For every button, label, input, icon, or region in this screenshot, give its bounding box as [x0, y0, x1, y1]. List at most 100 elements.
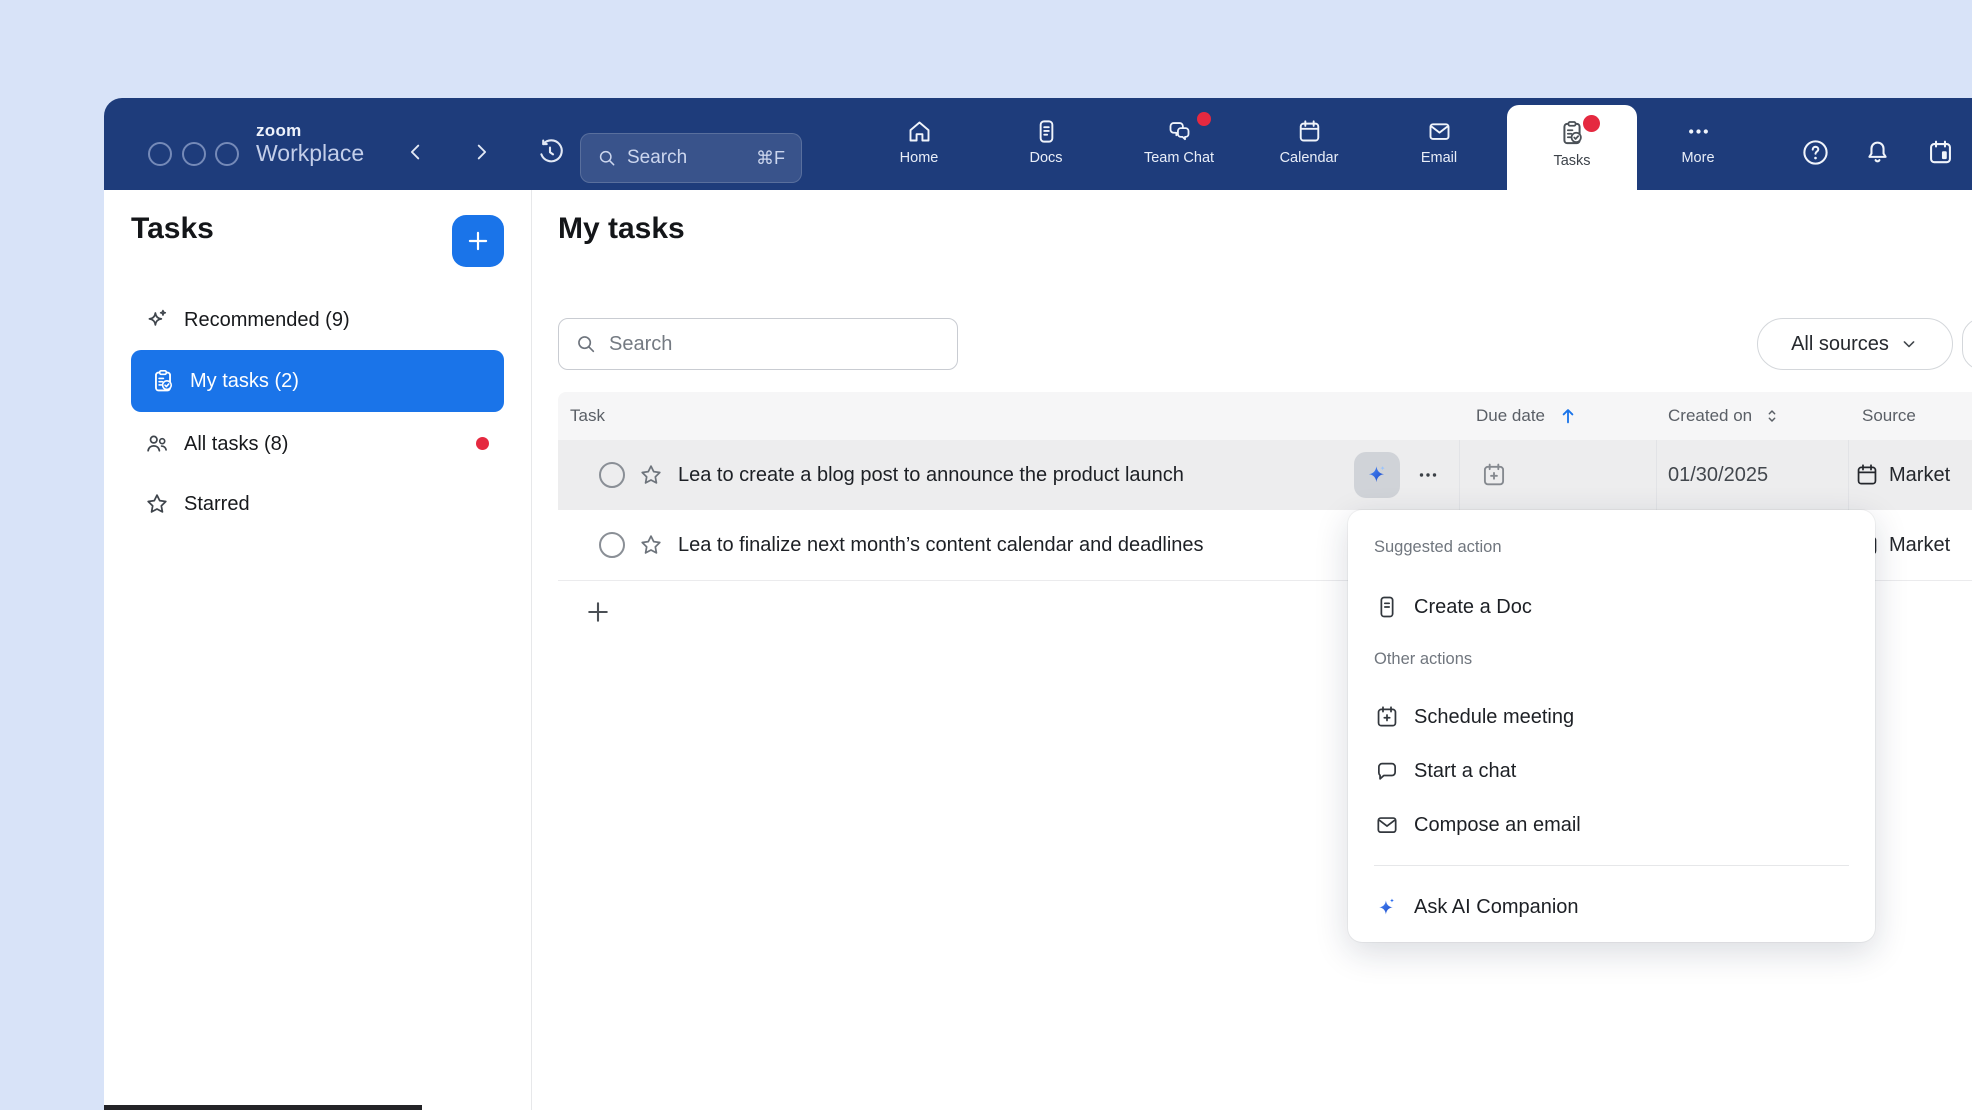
- notifications-button[interactable]: [1857, 132, 1897, 172]
- calendar-plus-icon: [1480, 461, 1508, 489]
- sparkles-icon: [144, 307, 170, 333]
- nav-team-chat[interactable]: Team Chat: [1124, 106, 1234, 184]
- page-title: My tasks: [558, 212, 685, 246]
- task-action-menu: Suggested action Create a Doc Other acti…: [1348, 510, 1875, 942]
- back-button[interactable]: [402, 138, 430, 166]
- sidebar-item-label: Starred: [184, 493, 250, 516]
- source-label: Market: [1889, 464, 1950, 487]
- sidebar-item-starred[interactable]: Starred: [120, 480, 516, 528]
- more-icon: [1685, 118, 1712, 145]
- help-icon: [1801, 138, 1830, 167]
- sort-ascending-icon[interactable]: [1557, 405, 1579, 427]
- cell-divider: [1656, 440, 1657, 510]
- email-icon: [1426, 118, 1453, 145]
- team-chat-icon: [1165, 118, 1194, 145]
- add-task-button[interactable]: [452, 215, 504, 267]
- task-search-field[interactable]: [558, 318, 958, 370]
- menu-item-label: Compose an email: [1414, 814, 1581, 837]
- brand-logo: zoom Workplace: [256, 122, 364, 165]
- top-navbar: zoom Workplace Search ⌘F Home: [104, 98, 1972, 190]
- nav-docs[interactable]: Docs: [991, 106, 1101, 184]
- nav-calendar[interactable]: Calendar: [1254, 106, 1364, 184]
- star-toggle[interactable]: [638, 532, 664, 563]
- column-created-on-label: Created on: [1668, 406, 1752, 426]
- search-shortcut: ⌘F: [756, 148, 785, 169]
- sidebar-item-all-tasks[interactable]: All tasks (8): [120, 420, 516, 468]
- ai-sparkle-icon: [1363, 461, 1391, 489]
- column-task[interactable]: Task: [570, 392, 605, 440]
- start-chat-icon: [1374, 758, 1400, 784]
- tasks-icon: [1558, 119, 1586, 147]
- menu-item-ask-ai-companion[interactable]: Ask AI Companion: [1358, 884, 1865, 930]
- zoom-workplace-app: zoom Workplace Search ⌘F Home: [0, 0, 1972, 1110]
- menu-section-other: Other actions: [1374, 650, 1472, 669]
- chevron-down-icon: [1899, 334, 1919, 354]
- brand-zoom: zoom: [256, 122, 364, 139]
- add-row-button[interactable]: [576, 590, 620, 634]
- star-toggle[interactable]: [638, 462, 664, 493]
- sidebar-item-label: All tasks (8): [184, 433, 288, 456]
- cell-divider: [1459, 440, 1460, 510]
- column-due-date-label: Due date: [1476, 406, 1545, 426]
- nav-more[interactable]: More: [1643, 106, 1753, 184]
- schedule-meeting-icon: [1374, 704, 1400, 730]
- column-created-on[interactable]: Created on: [1668, 392, 1782, 440]
- create-doc-icon: [1374, 594, 1400, 620]
- source-calendar-icon: [1854, 462, 1880, 488]
- nav-email-label: Email: [1421, 150, 1457, 166]
- global-search-placeholder: Search: [627, 147, 756, 169]
- nav-home[interactable]: Home: [864, 106, 974, 184]
- source-filter-dropdown[interactable]: All sources: [1757, 318, 1953, 370]
- menu-item-create-doc[interactable]: Create a Doc: [1358, 584, 1865, 630]
- more-actions-button[interactable]: [1410, 457, 1446, 493]
- column-due-date[interactable]: Due date: [1476, 392, 1579, 440]
- ellipsis-icon: [1416, 463, 1440, 487]
- window-control-close[interactable]: [148, 142, 172, 166]
- help-button[interactable]: [1795, 132, 1835, 172]
- menu-item-label: Start a chat: [1414, 760, 1516, 783]
- set-due-date-button[interactable]: [1480, 461, 1508, 494]
- menu-item-label: Ask AI Companion: [1414, 896, 1579, 919]
- window-control-minimize[interactable]: [182, 142, 206, 166]
- nav-email[interactable]: Email: [1384, 106, 1494, 184]
- menu-item-compose-email[interactable]: Compose an email: [1358, 802, 1865, 848]
- column-source[interactable]: Source: [1862, 392, 1916, 440]
- global-search[interactable]: Search ⌘F: [580, 133, 802, 183]
- sidebar-item-label: Recommended (9): [184, 309, 350, 332]
- task-title[interactable]: Lea to finalize next month’s content cal…: [678, 510, 1204, 580]
- menu-item-schedule-meeting[interactable]: Schedule meeting: [1358, 694, 1865, 740]
- compose-email-icon: [1374, 812, 1400, 838]
- forward-button[interactable]: [467, 138, 495, 166]
- menu-section-suggested: Suggested action: [1374, 538, 1502, 557]
- window-control-zoom[interactable]: [215, 142, 239, 166]
- ai-companion-button[interactable]: [1354, 452, 1400, 498]
- menu-item-label: Schedule meeting: [1414, 706, 1574, 729]
- search-icon: [597, 148, 617, 168]
- dock-edge: [104, 1105, 422, 1110]
- nav-home-label: Home: [900, 150, 939, 166]
- task-complete-checkbox[interactable]: [599, 462, 625, 488]
- sort-toggle-icon[interactable]: [1762, 406, 1782, 426]
- menu-item-start-chat[interactable]: Start a chat: [1358, 748, 1865, 794]
- sidebar-divider: [531, 190, 532, 1110]
- schedule-button[interactable]: [1920, 132, 1960, 172]
- tasks-notification-dot: [1583, 115, 1600, 132]
- calendar-today-icon: [1926, 138, 1955, 167]
- source-filter-label: All sources: [1791, 333, 1889, 356]
- nav-docs-label: Docs: [1029, 150, 1062, 166]
- task-title[interactable]: Lea to create a blog post to announce th…: [678, 440, 1184, 510]
- people-icon: [144, 431, 170, 457]
- table-header: Task Due date Created on Source: [558, 392, 1972, 440]
- nav-tasks-active-tab[interactable]: Tasks: [1507, 105, 1637, 190]
- all-tasks-notification-dot: [476, 437, 489, 450]
- sidebar-item-my-tasks[interactable]: My tasks (2): [131, 350, 504, 412]
- history-button[interactable]: [536, 138, 564, 166]
- sidebar-item-recommended[interactable]: Recommended (9): [120, 296, 516, 344]
- task-complete-checkbox[interactable]: [599, 532, 625, 558]
- search-icon: [575, 333, 597, 355]
- task-search-input[interactable]: [607, 332, 911, 357]
- calendar-icon: [1296, 118, 1323, 145]
- docs-icon: [1033, 118, 1060, 145]
- created-on-value: 01/30/2025: [1668, 440, 1768, 510]
- task-row-1[interactable]: Lea to create a blog post to announce th…: [558, 440, 1972, 510]
